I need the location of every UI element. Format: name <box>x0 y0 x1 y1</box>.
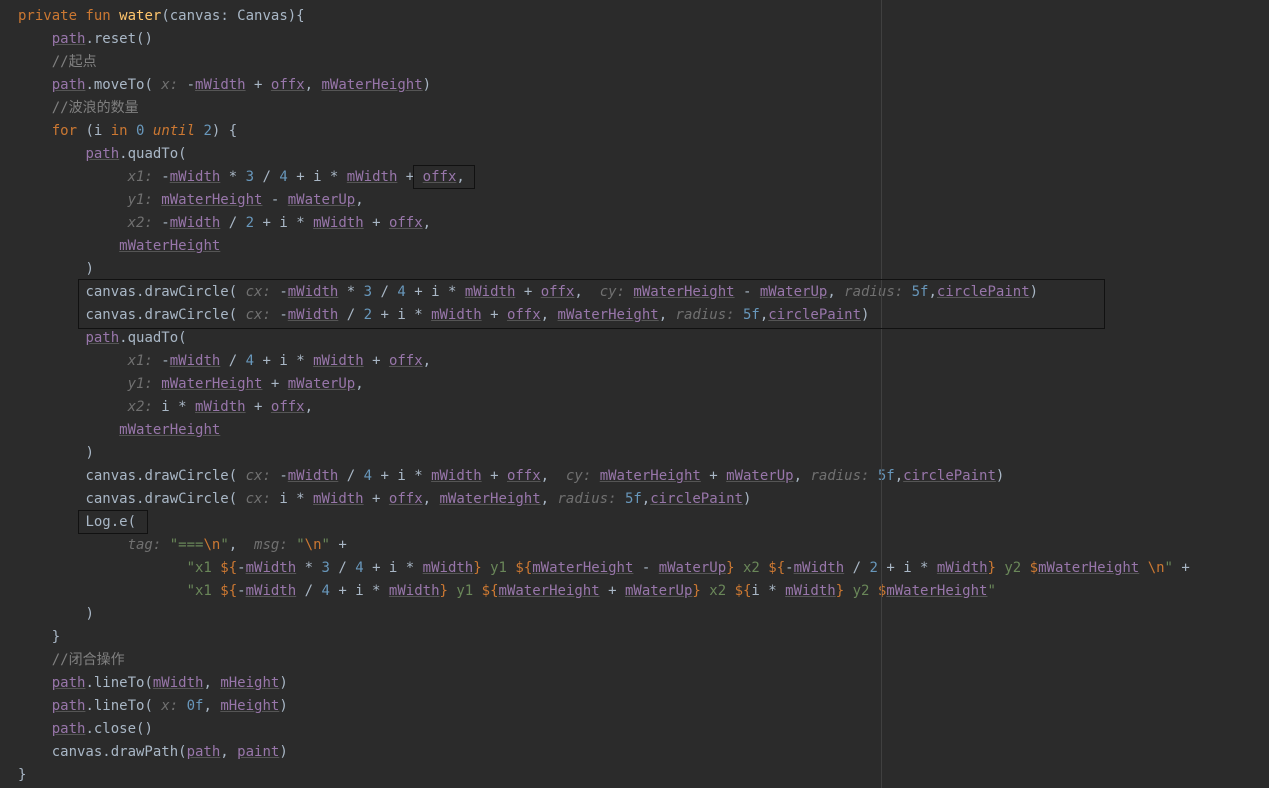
code-line[interactable]: } <box>0 626 1269 649</box>
code-line[interactable]: path.lineTo( x: 0f, mHeight) <box>0 695 1269 718</box>
code-line[interactable]: canvas.drawCircle( cx: -mWidth / 2 + i *… <box>0 304 1269 327</box>
code-line[interactable]: path.close() <box>0 718 1269 741</box>
code-line[interactable]: canvas.drawCircle( cx: -mWidth * 3 / 4 +… <box>0 281 1269 304</box>
code-line[interactable]: "x1 ${-mWidth / 4 + i * mWidth} y1 ${mWa… <box>0 580 1269 603</box>
code-line[interactable]: mWaterHeight <box>0 235 1269 258</box>
code-line[interactable]: x1: -mWidth * 3 / 4 + i * mWidth + offx, <box>0 166 1269 189</box>
code-line[interactable]: //起点 <box>0 51 1269 74</box>
code-line[interactable]: path.quadTo( <box>0 143 1269 166</box>
code-line[interactable]: x2: -mWidth / 2 + i * mWidth + offx, <box>0 212 1269 235</box>
code-line[interactable]: "x1 ${-mWidth * 3 / 4 + i * mWidth} y1 $… <box>0 557 1269 580</box>
code-line[interactable]: y1: mWaterHeight - mWaterUp, <box>0 189 1269 212</box>
code-line[interactable]: x1: -mWidth / 4 + i * mWidth + offx, <box>0 350 1269 373</box>
code-line[interactable]: } <box>0 764 1269 787</box>
right-margin-guide <box>881 0 882 788</box>
code-line[interactable]: ) <box>0 442 1269 465</box>
code-line[interactable]: for (i in 0 until 2) { <box>0 120 1269 143</box>
code-line[interactable]: canvas.drawPath(path, paint) <box>0 741 1269 764</box>
code-line[interactable]: //闭合操作 <box>0 649 1269 672</box>
code-line[interactable]: path.quadTo( <box>0 327 1269 350</box>
code-line[interactable]: //波浪的数量 <box>0 97 1269 120</box>
code-line[interactable]: ) <box>0 258 1269 281</box>
code-line[interactable]: x2: i * mWidth + offx, <box>0 396 1269 419</box>
code-line[interactable]: tag: "===\n", msg: "\n" + <box>0 534 1269 557</box>
code-line[interactable]: canvas.drawCircle( cx: i * mWidth + offx… <box>0 488 1269 511</box>
code-line[interactable]: canvas.drawCircle( cx: -mWidth / 4 + i *… <box>0 465 1269 488</box>
code-line[interactable]: mWaterHeight <box>0 419 1269 442</box>
code-editor[interactable]: private fun water(canvas: Canvas){ path.… <box>0 0 1269 788</box>
code-line[interactable]: Log.e( <box>0 511 1269 534</box>
code-line[interactable]: path.lineTo(mWidth, mHeight) <box>0 672 1269 695</box>
code-line[interactable]: ) <box>0 603 1269 626</box>
code-line[interactable]: y1: mWaterHeight + mWaterUp, <box>0 373 1269 396</box>
code-line[interactable]: private fun water(canvas: Canvas){ <box>0 5 1269 28</box>
code-line[interactable]: path.reset() <box>0 28 1269 51</box>
code-line[interactable]: path.moveTo( x: -mWidth + offx, mWaterHe… <box>0 74 1269 97</box>
